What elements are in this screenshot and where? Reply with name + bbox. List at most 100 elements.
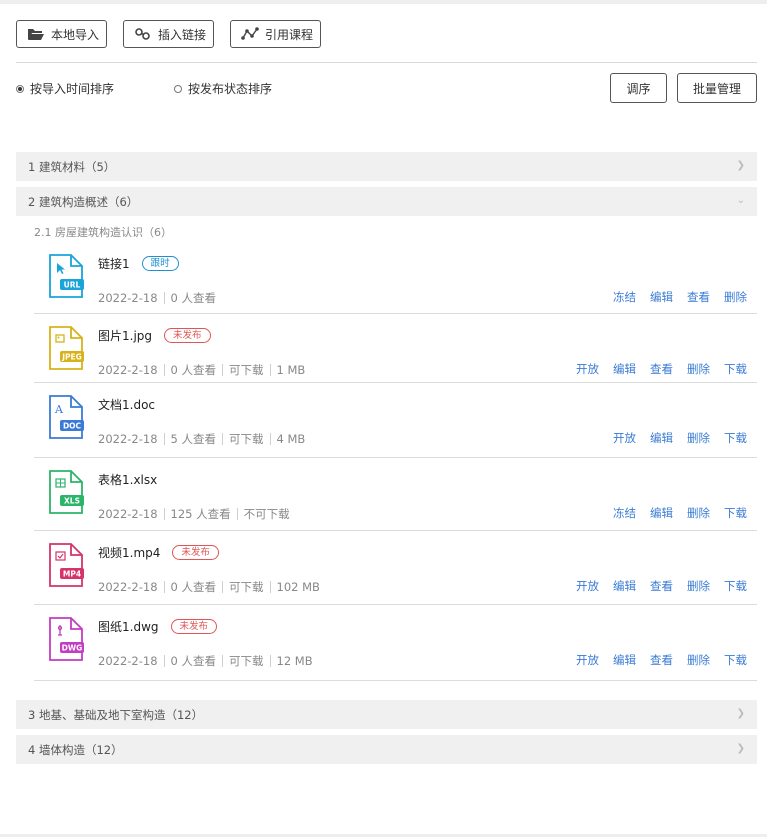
open-button[interactable]: 开放 bbox=[576, 652, 599, 668]
toolbar-divider bbox=[16, 62, 757, 63]
delete-button[interactable]: 删除 bbox=[687, 578, 710, 594]
chevron-right-icon: ❯ bbox=[736, 708, 745, 719]
view-count: 5 人查看 bbox=[170, 432, 217, 446]
file-type-label: DOC bbox=[63, 422, 82, 431]
open-button[interactable]: 开放 bbox=[576, 361, 599, 377]
edit-button[interactable]: 编辑 bbox=[650, 430, 673, 446]
chevron-right-icon: ❯ bbox=[736, 160, 745, 171]
chevron-down-icon: ⌄ bbox=[736, 195, 745, 206]
file-meta: 2022-2-18 0 人查看 bbox=[98, 290, 216, 306]
download-button[interactable]: 下载 bbox=[724, 361, 747, 377]
edit-button[interactable]: 编辑 bbox=[650, 505, 673, 521]
view-count: 0 人查看 bbox=[170, 580, 217, 594]
dwg-file-icon: DWG bbox=[48, 617, 84, 661]
meta-divider bbox=[269, 433, 271, 445]
file-type-label: MP4 bbox=[63, 570, 81, 579]
delete-button[interactable]: 删除 bbox=[687, 505, 710, 521]
download-button[interactable]: 下载 bbox=[724, 505, 747, 521]
delete-button[interactable]: 删除 bbox=[724, 289, 747, 305]
sort-by-publish-status-radio[interactable]: 按发布状态排序 bbox=[174, 80, 272, 97]
resource-item: JPEG 图片1.jpg 未发布 2022-2-18 0 人查看 可下载 1 MB… bbox=[34, 314, 757, 383]
file-type-label: XLS bbox=[64, 497, 80, 506]
meta-divider bbox=[269, 581, 271, 593]
sort-by-publish-status-label: 按发布状态排序 bbox=[188, 82, 273, 96]
delete-button[interactable]: 删除 bbox=[687, 430, 710, 446]
download-button[interactable]: 下载 bbox=[724, 652, 747, 668]
download-button[interactable]: 下载 bbox=[724, 578, 747, 594]
open-button[interactable]: 开放 bbox=[576, 578, 599, 594]
download-permission: 可下载 bbox=[229, 432, 264, 446]
open-button[interactable]: 开放 bbox=[613, 430, 636, 446]
file-date: 2022-2-18 bbox=[98, 363, 158, 377]
edit-button[interactable]: 编辑 bbox=[650, 289, 673, 305]
link-icon bbox=[134, 27, 152, 41]
section-row[interactable]: 4 墙体构造（12） ❯ bbox=[16, 735, 757, 764]
file-name[interactable]: 图片1.jpg bbox=[98, 327, 152, 344]
edit-button[interactable]: 编辑 bbox=[613, 361, 636, 377]
file-name-row: 图片1.jpg 未发布 bbox=[98, 327, 211, 344]
sort-by-import-time-radio[interactable]: 按导入时间排序 bbox=[16, 80, 114, 97]
edit-button[interactable]: 编辑 bbox=[613, 652, 636, 668]
file-name-row: 视频1.mp4 未发布 bbox=[98, 544, 219, 561]
xls-file-icon: XLS bbox=[48, 470, 84, 514]
freeze-button[interactable]: 冻结 bbox=[613, 289, 636, 305]
file-name-row: 文档1.doc bbox=[98, 396, 155, 413]
view-button[interactable]: 查看 bbox=[650, 652, 673, 668]
jpeg-file-icon: JPEG bbox=[48, 326, 84, 370]
section-title: 4 墙体构造（12） bbox=[28, 742, 123, 757]
download-button[interactable]: 下载 bbox=[724, 430, 747, 446]
subsection-title: 2.1 房屋建筑构造认识（6） bbox=[34, 226, 172, 239]
svg-text:A: A bbox=[54, 403, 64, 416]
view-button[interactable]: 查看 bbox=[650, 361, 673, 377]
toolbar: 本地导入 插入链接 引用课程 bbox=[16, 20, 337, 48]
view-button[interactable]: 查看 bbox=[687, 289, 710, 305]
file-name[interactable]: 视频1.mp4 bbox=[98, 544, 160, 561]
local-import-button[interactable]: 本地导入 bbox=[16, 20, 107, 48]
status-badge: 未发布 bbox=[164, 328, 211, 343]
item-actions: 开放 编辑 查看 删除 下载 bbox=[562, 652, 747, 668]
file-meta: 2022-2-18 0 人查看 可下载 102 MB bbox=[98, 579, 320, 595]
section-row[interactable]: 3 地基、基础及地下室构造（12） ❯ bbox=[16, 700, 757, 729]
file-type-label: JPEG bbox=[61, 353, 82, 362]
batch-manage-button[interactable]: 批量管理 bbox=[677, 73, 757, 103]
item-actions: 开放 编辑 查看 删除 下载 bbox=[562, 578, 747, 594]
resource-item: DWG 图纸1.dwg 未发布 2022-2-18 0 人查看 可下载 12 MB… bbox=[34, 605, 757, 681]
meta-divider bbox=[163, 508, 165, 520]
section-title: 1 建筑材料（5） bbox=[28, 159, 116, 174]
view-count: 125 人查看 bbox=[170, 507, 231, 521]
file-date: 2022-2-18 bbox=[98, 580, 158, 594]
view-count: 0 人查看 bbox=[170, 654, 217, 668]
section-row[interactable]: 2 建筑构造概述（6） ⌄ bbox=[16, 187, 757, 216]
file-date: 2022-2-18 bbox=[98, 507, 158, 521]
sort-options: 按导入时间排序 按发布状态排序 bbox=[16, 80, 332, 97]
insert-link-button[interactable]: 插入链接 bbox=[123, 20, 214, 48]
freeze-button[interactable]: 冻结 bbox=[613, 505, 636, 521]
delete-button[interactable]: 删除 bbox=[687, 361, 710, 377]
file-meta: 2022-2-18 5 人查看 可下载 4 MB bbox=[98, 431, 305, 447]
section-title: 3 地基、基础及地下室构造（12） bbox=[28, 707, 204, 722]
file-name[interactable]: 图纸1.dwg bbox=[98, 618, 159, 635]
file-name[interactable]: 表格1.xlsx bbox=[98, 471, 157, 488]
section-row[interactable]: 1 建筑材料（5） ❯ bbox=[16, 152, 757, 181]
cite-course-label: 引用课程 bbox=[265, 27, 314, 42]
view-button[interactable]: 查看 bbox=[650, 578, 673, 594]
delete-button[interactable]: 删除 bbox=[687, 652, 710, 668]
resource-item: URL 链接1 跟时 2022-2-18 0 人查看 冻结 编辑 查看 删除 bbox=[34, 242, 757, 314]
cite-course-button[interactable]: 引用课程 bbox=[230, 20, 321, 48]
view-count: 0 人查看 bbox=[170, 363, 217, 377]
local-import-label: 本地导入 bbox=[51, 27, 100, 42]
edit-button[interactable]: 编辑 bbox=[613, 578, 636, 594]
download-permission: 可下载 bbox=[229, 580, 264, 594]
meta-divider bbox=[236, 508, 238, 520]
reorder-button[interactable]: 调序 bbox=[610, 73, 667, 103]
file-type-label: DWG bbox=[62, 644, 83, 653]
row-divider bbox=[34, 680, 757, 681]
meta-divider bbox=[222, 655, 224, 667]
doc-file-icon: A DOC bbox=[48, 395, 84, 439]
file-name[interactable]: 链接1 bbox=[98, 255, 130, 272]
radio-checked-icon bbox=[16, 84, 24, 93]
item-actions: 冻结 编辑 删除 下载 bbox=[599, 505, 747, 521]
status-badge: 跟时 bbox=[141, 256, 179, 271]
file-name[interactable]: 文档1.doc bbox=[98, 396, 155, 413]
view-count: 0 人查看 bbox=[170, 291, 217, 305]
